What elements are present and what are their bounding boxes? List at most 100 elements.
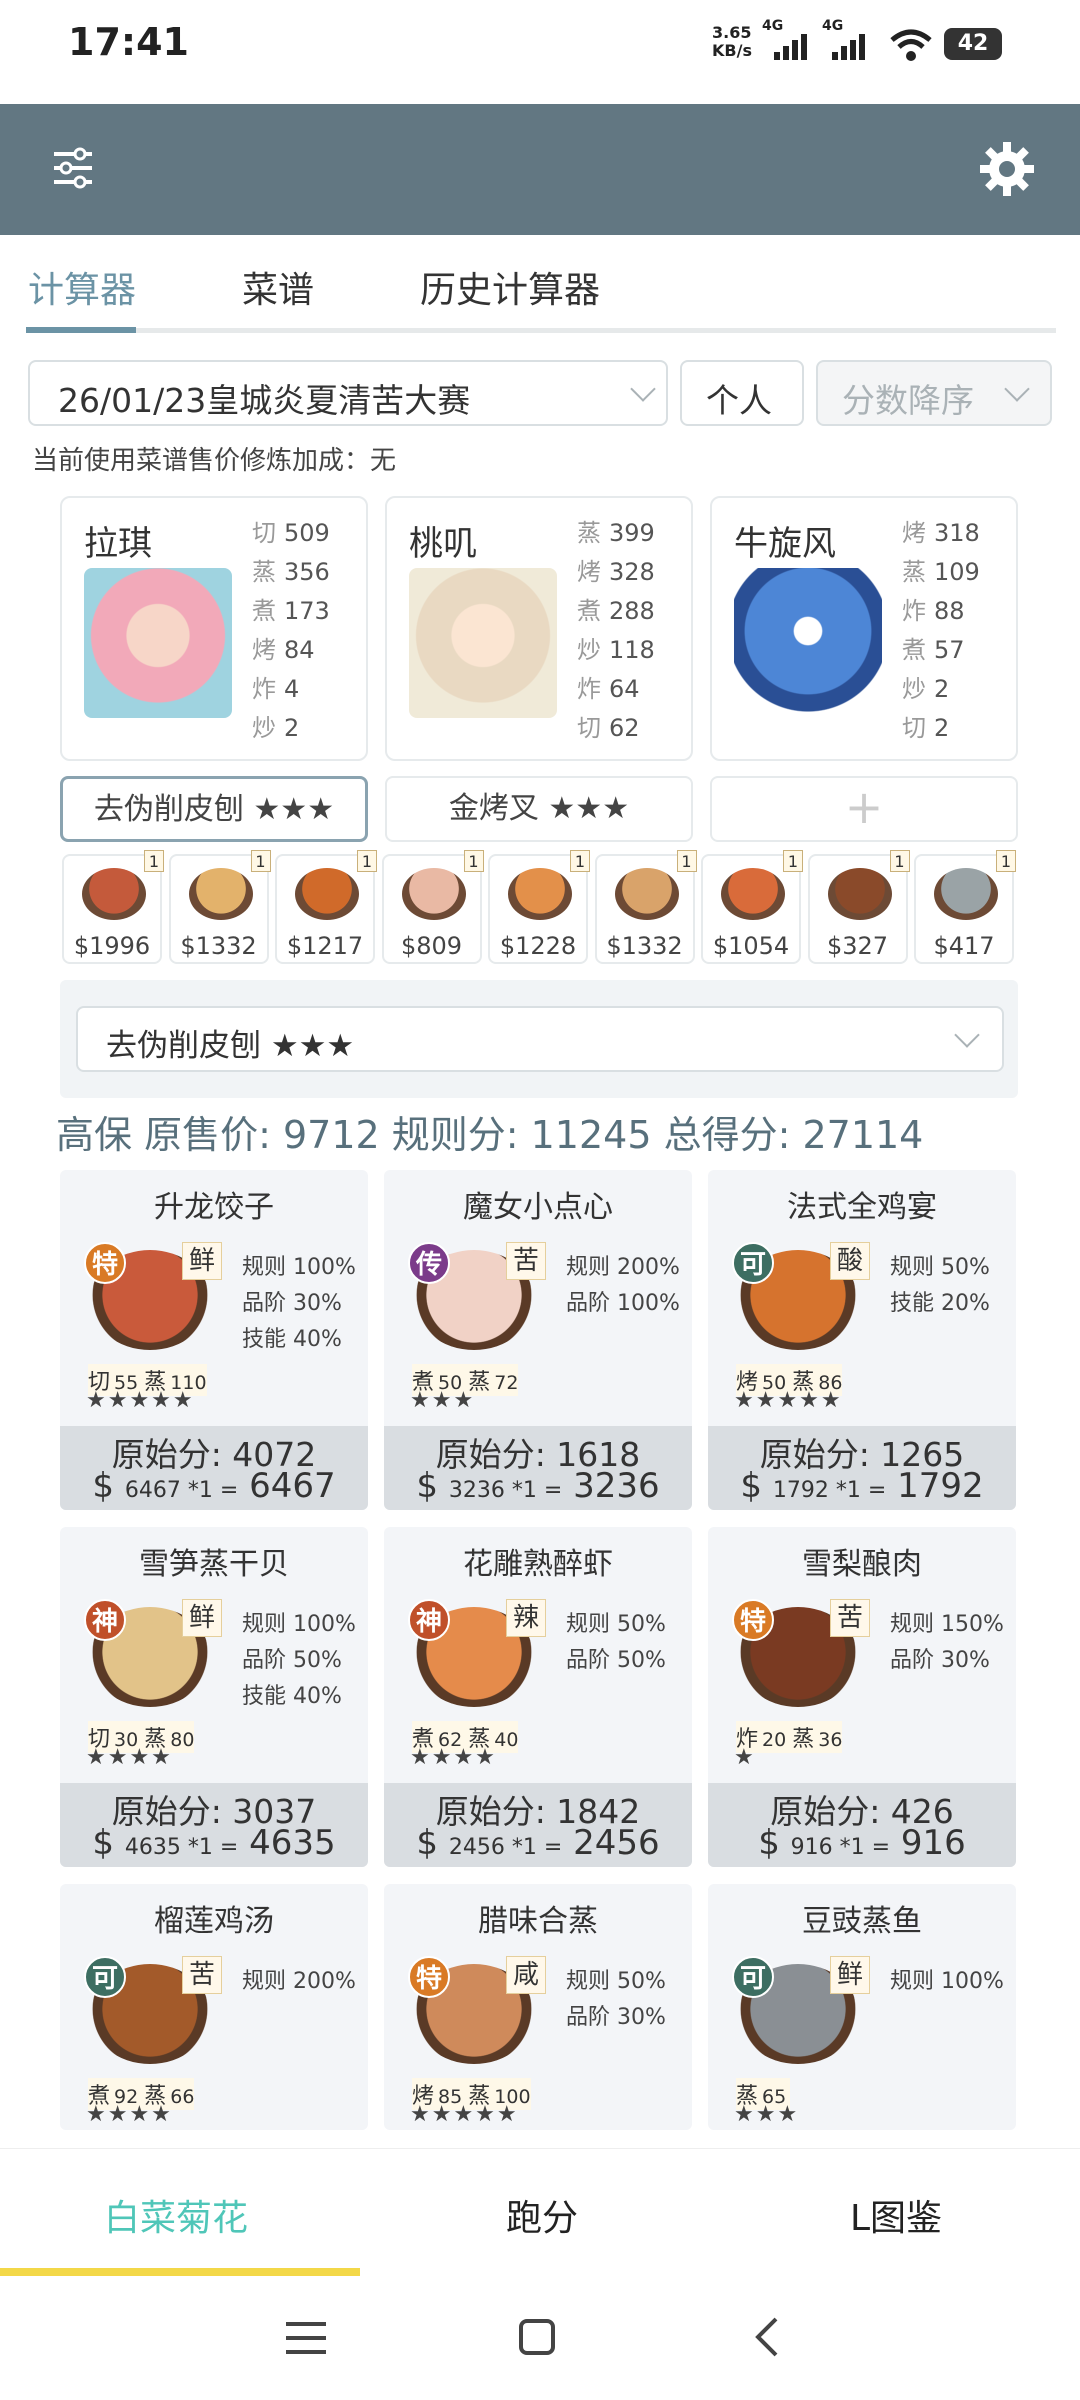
recipe-card[interactable]: 豆豉蒸鱼可鲜规则 100% 蒸 65 ★★★ bbox=[708, 1884, 1016, 2130]
equipment-slot[interactable]: 去伪削皮刨 ★★★ bbox=[60, 776, 368, 842]
chef-stat-skill: 煮 bbox=[577, 597, 601, 625]
recipe-rules: 规则 50% 品阶 30% bbox=[566, 1964, 666, 2036]
chef-stat-value: 356 bbox=[284, 558, 330, 586]
recipe-rules: 规则 200% bbox=[242, 1964, 356, 2000]
price-total: 3236 bbox=[573, 1466, 660, 1506]
speed-unit: KB/s bbox=[712, 41, 752, 60]
nav-paofen[interactable]: 跑分 bbox=[506, 2189, 578, 2241]
dish-slot[interactable]: $1332 1 bbox=[594, 850, 697, 964]
recipe-rule: 规则 200% bbox=[242, 1969, 356, 1994]
nav-active-indicator bbox=[0, 2268, 360, 2276]
equipment-slot[interactable]: 金烤叉 ★★★ bbox=[385, 776, 693, 842]
chef-stat-value: 84 bbox=[284, 636, 315, 664]
dish-slot[interactable]: $809 1 bbox=[381, 850, 484, 964]
chef-stat-value: 2 bbox=[934, 675, 950, 703]
recipe-name: 腊味合蒸 bbox=[478, 1904, 598, 1939]
flavor-tag: 辣 bbox=[506, 1599, 546, 1637]
chef-stat: 炒 118 bbox=[577, 631, 655, 670]
skill-label: 蒸 bbox=[792, 1727, 815, 1752]
recipe-rule: 技能 40% bbox=[242, 1327, 342, 1352]
chef-avatar bbox=[84, 568, 232, 718]
chef-stat: 烤 328 bbox=[577, 553, 655, 592]
gear-icon[interactable] bbox=[978, 140, 1036, 202]
dish-slot[interactable]: $1054 1 bbox=[701, 850, 803, 964]
dish-quantity: 1 bbox=[357, 850, 377, 872]
equipment-select[interactable]: 去伪削皮刨 ★★★ bbox=[76, 1006, 1004, 1072]
dish-slot[interactable]: $327 1 bbox=[807, 850, 910, 964]
dish-slot[interactable]: $1217 1 bbox=[275, 850, 377, 964]
recipe-card[interactable]: 魔女小点心传苦规则 200% 品阶 100% 煮 50 蒸 72 ★★★ 原始分: 1618… bbox=[384, 1170, 692, 1510]
recipe-card[interactable]: 雪笋蒸干贝神鲜规则 100% 品阶 50% 技能 40% 切 30 蒸 80 ★★★★ 原始分… bbox=[60, 1527, 368, 1867]
dish-image bbox=[82, 868, 146, 920]
dish-image bbox=[295, 868, 359, 920]
dish-slot[interactable]: $1332 1 bbox=[168, 850, 271, 964]
add-equipment-button[interactable]: + bbox=[710, 776, 1018, 842]
recipe-name: 法式全鸡宴 bbox=[787, 1190, 937, 1225]
menu-icon[interactable] bbox=[286, 2320, 326, 2360]
tab-calculator[interactable]: 计算器 bbox=[28, 261, 136, 313]
chef-stat: 炒2 bbox=[902, 670, 980, 709]
back-icon[interactable] bbox=[752, 2316, 782, 2362]
dish-slot[interactable]: $1228 1 bbox=[488, 850, 590, 964]
chef-stat-value: 399 bbox=[609, 519, 655, 547]
price-total: 916 bbox=[900, 1823, 966, 1863]
rarity-badge: 可 bbox=[84, 1956, 126, 1998]
sort-select[interactable]: 分数降序 bbox=[816, 360, 1052, 426]
chef-stat: 切2 bbox=[902, 709, 980, 748]
chef-card[interactable]: 拉琪 切 509 蒸 356 煮 173 烤 84 炸 4 炒 2 bbox=[60, 496, 368, 761]
tab-history-calculator[interactable]: 历史计算器 bbox=[420, 261, 600, 313]
recipe-card[interactable]: 法式全鸡宴可酸规则 50% 技能 20% 烤 50 蒸 86 ★★★★★ 原始分: 1265… bbox=[708, 1170, 1016, 1510]
rarity-badge: 可 bbox=[732, 1956, 774, 1998]
chef-stat: 蒸 356 bbox=[252, 553, 330, 592]
price-total: 6467 bbox=[249, 1466, 336, 1506]
chef-name: 拉琪 bbox=[84, 524, 152, 564]
chef-stat-skill: 炒 bbox=[577, 636, 601, 664]
dish-price: $1228 bbox=[499, 932, 577, 960]
chef-stat: 烤 318 bbox=[902, 514, 980, 553]
chef-stat-skill: 炸 bbox=[252, 675, 276, 703]
home-icon[interactable] bbox=[518, 2318, 556, 2360]
recipe-card[interactable]: 雪梨酿肉特苦规则 150% 品阶 30% 炸 20 蒸 36 ★ 原始分: 426 $ 916… bbox=[708, 1527, 1016, 1867]
nav-baicai-juhua[interactable]: 白菜菊花 bbox=[104, 2189, 248, 2241]
chef-avatar bbox=[409, 568, 557, 718]
chef-name: 桃叽 bbox=[409, 524, 477, 564]
dish-quantity: 1 bbox=[144, 850, 164, 872]
currency-symbol: $ bbox=[92, 1466, 115, 1506]
mode-select-value: 个人 bbox=[706, 381, 772, 420]
chef-card[interactable]: 桃叽 蒸 399 烤 328 煮 288 炒 118 炸 64 切 62 bbox=[385, 496, 693, 761]
bonus-notice: 当前使用菜谱售价修炼加成：无 bbox=[32, 446, 397, 476]
chef-name: 牛旋风 bbox=[734, 524, 836, 564]
recipe-card[interactable]: 腊味合蒸特咸规则 50% 品阶 30% 烤 85 蒸 100 ★★★★★ bbox=[384, 1884, 692, 2130]
chef-stat-skill: 烤 bbox=[577, 558, 601, 586]
price-calc: $ 1792 *1 = 1792 bbox=[708, 1466, 1016, 1506]
chef-stat: 炸 88 bbox=[902, 592, 980, 631]
recipe-card[interactable]: 升龙饺子特鲜规则 100% 品阶 30% 技能 40% 切 55 蒸 110 ★★★★★ 原始… bbox=[60, 1170, 368, 1510]
price-total: 1792 bbox=[897, 1466, 984, 1506]
skill-value: 20 bbox=[762, 1729, 787, 1751]
recipe-name: 魔女小点心 bbox=[463, 1190, 613, 1225]
dish-quantity: 1 bbox=[889, 850, 910, 872]
rarity-badge: 特 bbox=[408, 1956, 450, 1998]
tab-recipes[interactable]: 菜谱 bbox=[242, 261, 314, 313]
recipe-card[interactable]: 花雕熟醉虾神辣规则 50% 品阶 50% 煮 62 蒸 40 ★★★★ 原始分: 1842 $… bbox=[384, 1527, 692, 1867]
filter-menu-icon[interactable] bbox=[50, 146, 96, 194]
recipe-rule: 规则 100% bbox=[242, 1612, 356, 1637]
skill-value: 80 bbox=[170, 1729, 195, 1751]
chef-card[interactable]: 牛旋风 烤 318 蒸 109 炸 88 煮 57 炒 2 切 2 bbox=[710, 496, 1018, 761]
nav-tujian[interactable]: L图鉴 bbox=[850, 2189, 942, 2241]
recipe-rule: 品阶 100% bbox=[566, 1291, 680, 1316]
contest-select[interactable]: 26/01/23皇城炎夏清苦大赛 bbox=[28, 360, 668, 426]
dish-slot[interactable]: $417 1 bbox=[914, 850, 1016, 964]
recipe-name: 雪笋蒸干贝 bbox=[139, 1547, 289, 1582]
dish-slot[interactable]: $1996 1 bbox=[62, 850, 164, 964]
network-speed: 3.65 KB/s bbox=[712, 24, 752, 60]
price-formula: 4635 *1 = bbox=[124, 1835, 239, 1860]
dish-price: $1332 bbox=[180, 932, 257, 960]
chef-stat: 蒸 109 bbox=[902, 553, 980, 592]
recipe-card[interactable]: 榴莲鸡汤可苦规则 200% 煮 92 蒸 66 ★★★★ bbox=[60, 1884, 368, 2130]
mode-select[interactable]: 个人 bbox=[680, 360, 804, 426]
chef-stat: 煮 57 bbox=[902, 631, 980, 670]
recipe-rule: 品阶 30% bbox=[566, 2005, 666, 2030]
flavor-tag: 苦 bbox=[830, 1599, 870, 1637]
dish-quantity: 1 bbox=[783, 850, 803, 872]
